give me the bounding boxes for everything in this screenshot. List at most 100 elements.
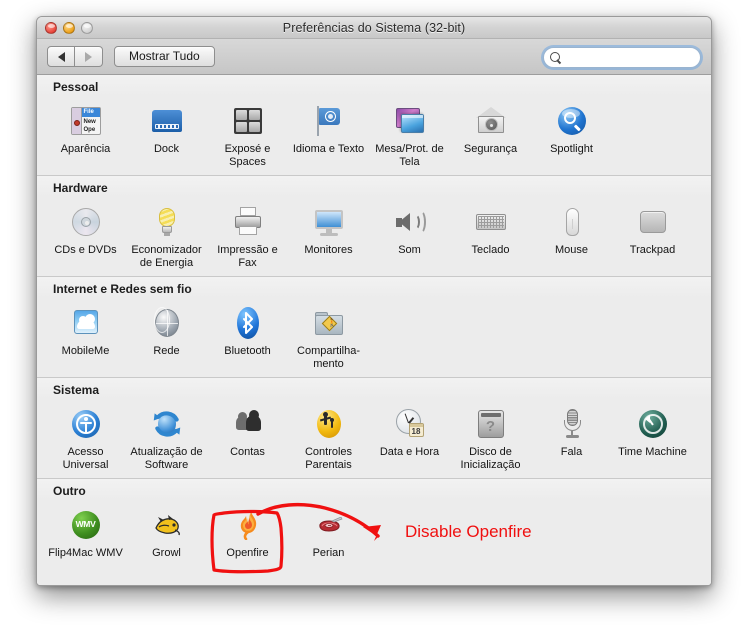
window-title: Preferências do Sistema (32-bit): [282, 21, 466, 35]
flip4mac-wmv-icon: WMV: [45, 506, 126, 544]
language-text-icon: [288, 102, 369, 140]
time-machine-icon: [612, 405, 693, 443]
section-items: File New Ope Aparência Dock Exposé e Spa…: [37, 96, 711, 175]
pref-item-cds-dvds[interactable]: CDs e DVDs: [45, 201, 126, 269]
pref-label: Data e Hora: [379, 446, 440, 458]
pref-item-atualizacao-software[interactable]: Atualização de Software: [126, 403, 207, 471]
forward-arrow-icon: [85, 51, 92, 62]
pref-item-disco-inicializacao[interactable]: ? Disco de Inicialização: [450, 403, 531, 471]
pref-item-trackpad[interactable]: Trackpad: [612, 201, 693, 269]
pref-label: Impressão e Fax: [217, 244, 278, 269]
search-field[interactable]: [543, 47, 711, 68]
pref-label: Monitores: [304, 244, 353, 256]
pref-item-bluetooth[interactable]: Bluetooth: [207, 302, 288, 370]
back-button[interactable]: [47, 46, 75, 67]
show-all-button[interactable]: Mostrar Tudo: [114, 46, 215, 67]
pref-item-time-machine[interactable]: Time Machine: [612, 403, 693, 471]
pref-item-economizador-energia[interactable]: Economizador de Energia: [126, 201, 207, 269]
pref-item-dock[interactable]: Dock: [126, 100, 207, 168]
minimize-button[interactable]: [63, 22, 75, 34]
mobileme-icon: [45, 304, 126, 342]
pref-item-rede[interactable]: Rede: [126, 302, 207, 370]
pref-item-expose-spaces[interactable]: Exposé e Spaces: [207, 100, 288, 168]
sound-icon: [369, 203, 450, 241]
pref-item-flip4mac-wmv[interactable]: WMV Flip4Mac WMV: [45, 504, 126, 560]
print-fax-icon: [207, 203, 288, 241]
pref-item-mesa-protetor-tela[interactable]: Mesa/Prot. de Tela: [369, 100, 450, 168]
section-header: Hardware: [37, 176, 711, 197]
pref-item-perian[interactable]: Perian: [288, 504, 369, 560]
growl-icon: [126, 506, 207, 544]
pref-item-mobileme[interactable]: MobileMe: [45, 302, 126, 370]
pref-label: Openfire: [226, 547, 269, 559]
software-update-icon: [126, 405, 207, 443]
pref-item-seguranca[interactable]: Segurança: [450, 100, 531, 168]
pref-item-aparencia[interactable]: File New Ope Aparência: [45, 100, 126, 168]
universal-access-icon: [45, 405, 126, 443]
forward-button: [75, 46, 103, 67]
cds-dvds-icon: [45, 203, 126, 241]
speech-icon: [531, 405, 612, 443]
system-preferences-window: Preferências do Sistema (32-bit) Mostrar…: [36, 16, 712, 586]
pref-label: Perian: [312, 547, 345, 559]
openfire-icon: [207, 506, 288, 544]
section-header: Pessoal: [37, 75, 711, 96]
pref-item-mouse[interactable]: Mouse: [531, 201, 612, 269]
pref-label: Bluetooth: [224, 345, 271, 357]
pref-item-openfire[interactable]: Openfire: [207, 504, 288, 560]
section-outro: Outro WMV Flip4Mac WMV Growl Openfire Pe…: [37, 478, 711, 567]
perian-icon: [288, 506, 369, 544]
pref-item-fala[interactable]: Fala: [531, 403, 612, 471]
keyboard-icon: [450, 203, 531, 241]
search-container: [541, 45, 711, 70]
pref-label: Mouse: [554, 244, 589, 256]
pref-item-spotlight[interactable]: Spotlight: [531, 100, 612, 168]
close-button[interactable]: [45, 22, 57, 34]
pref-item-idioma-texto[interactable]: Idioma e Texto: [288, 100, 369, 168]
pref-label: Fala: [560, 446, 583, 458]
security-icon: [450, 102, 531, 140]
pref-item-teclado[interactable]: Teclado: [450, 201, 531, 269]
pref-label: Compartilha-mento: [297, 345, 360, 370]
pref-label: Growl: [152, 547, 181, 559]
pref-item-som[interactable]: Som: [369, 201, 450, 269]
pref-item-impressao-fax[interactable]: Impressão e Fax: [207, 201, 288, 269]
section-items: Acesso Universal Atualização de Software…: [37, 399, 711, 478]
pref-item-growl[interactable]: Growl: [126, 504, 207, 560]
section-pessoal: Pessoal File New Ope Aparência Dock Expo…: [37, 75, 711, 175]
trackpad-icon: [612, 203, 693, 241]
pref-label: CDs e DVDs: [54, 244, 117, 256]
startup-disk-icon: ?: [450, 405, 531, 443]
window-controls: [45, 22, 93, 34]
pref-label: Segurança: [463, 143, 518, 155]
pref-item-compartilhamento[interactable]: Compartilha-mento: [288, 302, 369, 370]
pref-item-contas[interactable]: Contas: [207, 403, 288, 471]
parental-controls-icon: [288, 405, 369, 443]
pref-item-acesso-universal[interactable]: Acesso Universal: [45, 403, 126, 471]
pref-label: Time Machine: [618, 446, 687, 458]
back-arrow-icon: [57, 51, 65, 62]
pref-item-data-hora[interactable]: 18 Data e Hora: [369, 403, 450, 471]
section-header: Sistema: [37, 378, 711, 399]
spotlight-icon: [531, 102, 612, 140]
pref-label: Disco de Inicialização: [460, 446, 521, 471]
displays-icon: [288, 203, 369, 241]
pref-label: Som: [398, 244, 421, 256]
section-header: Outro: [37, 479, 711, 500]
search-input[interactable]: [565, 48, 711, 67]
window-titlebar: Preferências do Sistema (32-bit): [37, 17, 711, 39]
pref-label: Mesa/Prot. de Tela: [375, 143, 444, 168]
section-items: CDs e DVDs Economizador de Energia Impre…: [37, 197, 711, 276]
mouse-icon: [531, 203, 612, 241]
search-icon: [549, 51, 562, 64]
pref-item-controles-parentais[interactable]: Controles Parentais: [288, 403, 369, 471]
expose-spaces-icon: [207, 102, 288, 140]
appearance-icon: File New Ope: [45, 102, 126, 140]
pref-label: Acesso Universal: [62, 446, 109, 471]
section-header: Internet e Redes sem fio: [37, 277, 711, 298]
sharing-icon: [288, 304, 369, 342]
pref-label: Spotlight: [550, 143, 593, 155]
desktop-screensaver-icon: [369, 102, 450, 140]
pref-item-monitores[interactable]: Monitores: [288, 201, 369, 269]
pref-label: Idioma e Texto: [292, 143, 365, 155]
